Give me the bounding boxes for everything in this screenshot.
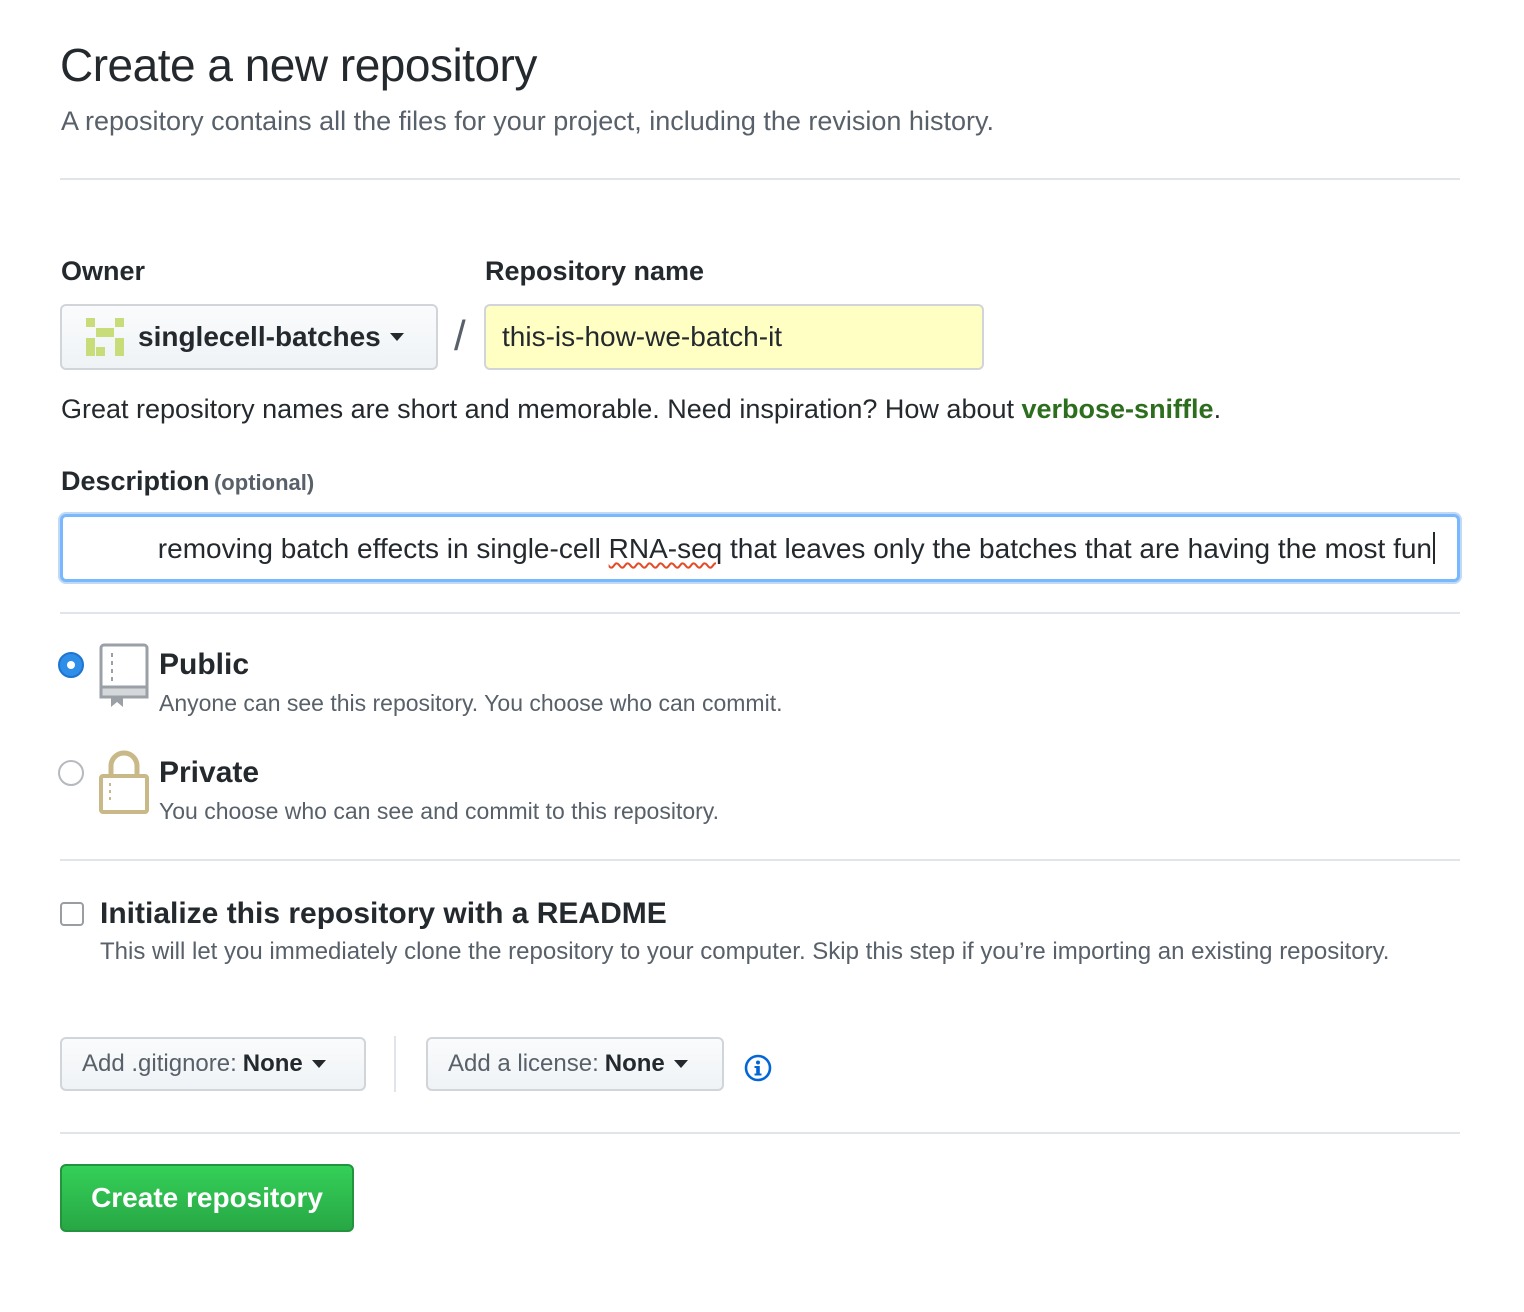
owner-label: Owner (61, 256, 146, 286)
repository-name-label: Repository name (485, 256, 705, 286)
divider (60, 178, 1460, 180)
identicon-avatar-icon (86, 318, 124, 356)
name-hint-text: Great repository names are short and mem… (61, 394, 1022, 424)
vertical-divider (394, 1036, 396, 1092)
repository-name-input[interactable] (484, 304, 984, 370)
license-prefix: Add a license: (448, 1050, 599, 1077)
readme-description: This will let you immediately clone the … (100, 938, 1390, 965)
divider (60, 859, 1460, 861)
chevron-down-icon (389, 333, 404, 341)
name-suggestion-link[interactable]: verbose-sniffle (1022, 394, 1214, 424)
readme-checkbox[interactable] (60, 902, 84, 926)
page-subtitle: A repository contains all the files for … (61, 106, 994, 136)
owner-repo-separator: / (454, 312, 466, 359)
text-cursor (1433, 532, 1435, 564)
public-title: Public (159, 648, 250, 681)
name-hint-end: . (1213, 394, 1222, 424)
divider (60, 612, 1460, 614)
owner-name: singlecell-batches (138, 321, 381, 352)
private-title: Private (159, 756, 260, 789)
name-hint: Great repository names are short and mem… (61, 394, 1221, 425)
info-icon[interactable] (744, 1054, 772, 1082)
chevron-down-icon (673, 1060, 688, 1068)
divider (60, 1132, 1460, 1134)
readme-title: Initialize this repository with a README (100, 897, 667, 930)
page-title: Create a new repository (60, 39, 537, 91)
license-value: None (604, 1050, 665, 1077)
private-radio[interactable] (58, 760, 84, 786)
spellcheck-word: RNA-seq (608, 533, 723, 564)
lock-icon (99, 750, 149, 814)
private-description: You choose who can see and commit to thi… (159, 798, 719, 824)
description-input[interactable]: removing batch effects in single-cell RN… (60, 514, 1460, 582)
owner-select-button[interactable]: singlecell-batches (60, 304, 438, 370)
public-radio[interactable] (58, 652, 84, 678)
create-repository-button[interactable]: Create repository (60, 1164, 354, 1232)
description-label: Description (61, 466, 210, 496)
gitignore-value: None (242, 1050, 303, 1077)
description-value: removing batch effects in single-cell RN… (158, 532, 1435, 565)
public-description: Anyone can see this repository. You choo… (159, 690, 783, 716)
optional-tag: (optional) (213, 470, 315, 495)
gitignore-select-button[interactable]: Add .gitignore: None (60, 1037, 366, 1091)
repo-book-icon (99, 643, 149, 707)
description-label-group: Description (optional) (61, 466, 314, 497)
chevron-down-icon (311, 1060, 326, 1068)
license-select-button[interactable]: Add a license: None (426, 1037, 724, 1091)
gitignore-prefix: Add .gitignore: (82, 1050, 237, 1077)
